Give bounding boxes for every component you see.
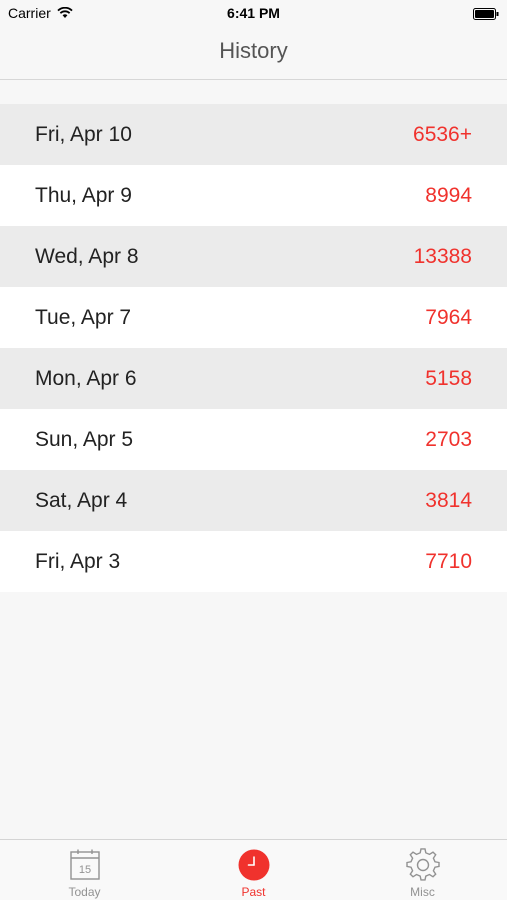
clock-icon	[238, 849, 269, 881]
row-step-count: 2703	[425, 427, 472, 451]
tab-misc[interactable]: Misc	[338, 840, 507, 900]
row-step-count: 8994	[425, 183, 472, 207]
tab-label-today: Today	[68, 885, 101, 899]
row-date: Tue, Apr 7	[35, 305, 132, 329]
row-date: Fri, Apr 3	[35, 549, 121, 573]
row-date: Thu, Apr 9	[35, 183, 132, 207]
app-screen: Carrier 6:41 PM History Fri, Apr 10 6536…	[0, 0, 507, 900]
calendar-day-number: 15	[78, 864, 90, 876]
tab-today[interactable]: 15 Today	[0, 840, 169, 900]
navigation-bar: History	[0, 28, 507, 80]
history-row[interactable]: Thu, Apr 9 8994	[0, 165, 507, 226]
row-date: Sun, Apr 5	[35, 427, 134, 451]
status-bar: Carrier 6:41 PM	[0, 0, 507, 28]
row-date: Mon, Apr 6	[35, 366, 137, 390]
row-step-count: 7710	[425, 549, 472, 573]
row-step-count: 3814	[425, 488, 472, 512]
row-step-count: 13388	[413, 244, 472, 268]
history-row[interactable]: Wed, Apr 8 13388	[0, 226, 507, 287]
history-row[interactable]: Tue, Apr 7 7964	[0, 287, 507, 348]
tab-label-past: Past	[241, 885, 266, 899]
calendar-icon: 15	[69, 849, 100, 880]
page-title: History	[219, 38, 288, 63]
history-row[interactable]: Fri, Apr 3 7710	[0, 531, 507, 592]
history-list: Fri, Apr 10 6536+ Thu, Apr 9 8994 Wed, A…	[0, 104, 507, 592]
row-date: Wed, Apr 8	[35, 244, 139, 268]
history-row[interactable]: Sun, Apr 5 2703	[0, 409, 507, 470]
tab-past[interactable]: Past	[169, 840, 338, 900]
history-row[interactable]: Sat, Apr 4 3814	[0, 470, 507, 531]
row-date: Sat, Apr 4	[35, 488, 128, 512]
status-time: 6:41 PM	[227, 5, 280, 21]
tab-label-misc: Misc	[410, 885, 435, 899]
row-step-count: 5158	[425, 366, 472, 390]
gear-icon	[405, 848, 440, 881]
history-row[interactable]: Fri, Apr 10 6536+	[0, 104, 507, 165]
battery-icon	[473, 8, 499, 20]
tab-bar: 15 Today Past Misc	[0, 839, 507, 900]
row-date: Fri, Apr 10	[35, 122, 132, 146]
history-row[interactable]: Mon, Apr 6 5158	[0, 348, 507, 409]
row-step-count: 6536+	[413, 122, 472, 146]
row-step-count: 7964	[425, 305, 472, 329]
